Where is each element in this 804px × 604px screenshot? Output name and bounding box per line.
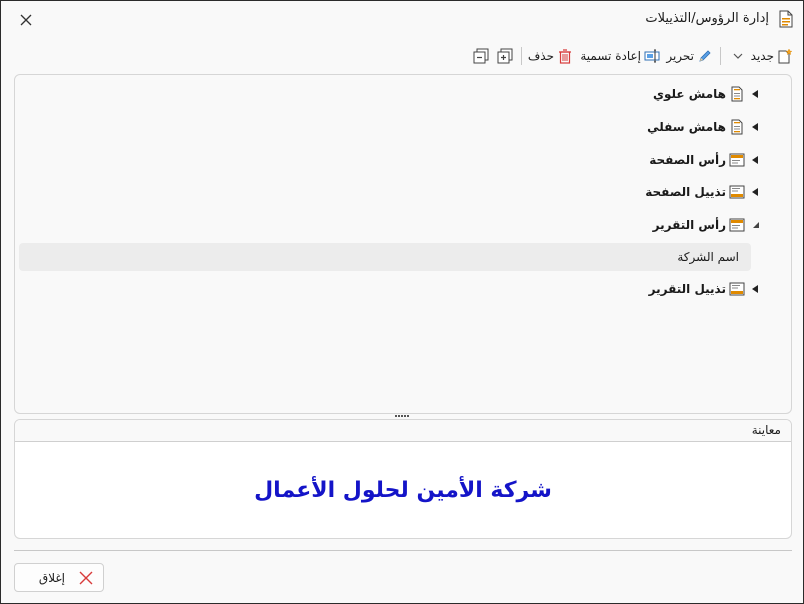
toolbar-separator (720, 47, 721, 65)
caret-left-icon (752, 156, 758, 164)
expand-all-icon (497, 48, 513, 64)
header-icon (729, 153, 745, 167)
footer-icon (729, 282, 745, 296)
trash-icon (559, 49, 571, 64)
splitter-handle[interactable] (395, 414, 411, 418)
edit-button[interactable]: تحرير (666, 43, 713, 69)
rename-label: إعادة تسمية (580, 49, 641, 63)
new-label: جديد (750, 49, 774, 63)
expand-arrow[interactable] (751, 278, 761, 300)
expand-arrow[interactable] (751, 181, 761, 203)
delete-label: حذف (527, 49, 554, 63)
close-button[interactable]: إغلاق (14, 563, 104, 592)
tree-node-label: رأس الصفحة (649, 153, 726, 167)
caret-down-left-icon (753, 222, 759, 228)
tree-node-label: تذييل الصفحة (645, 185, 726, 199)
collapse-arrow[interactable] (751, 214, 761, 236)
tree-node-label: هامش علوي (652, 87, 726, 101)
toolbar-separator (521, 47, 522, 65)
tree-node[interactable]: تذييل الصفحة (645, 181, 761, 203)
window-title: إدارة الرؤوس/التذييلات (645, 11, 769, 26)
expand-arrow[interactable] (751, 116, 761, 138)
preview-title: معاينة (751, 423, 781, 437)
tree-node-label: هامش سفلي (647, 120, 726, 134)
new-button[interactable]: جديد (751, 43, 793, 69)
page-icon (731, 86, 743, 102)
expand-all-button[interactable] (497, 43, 513, 69)
caret-left-icon (752, 188, 758, 196)
edit-label: تحرير (666, 49, 694, 63)
new-document-icon (778, 48, 793, 64)
tree-node[interactable]: تذييل التقرير (649, 278, 761, 300)
preview-body: شركة الأمين لحلول الأعمال (15, 442, 791, 538)
preview-header: معاينة (15, 420, 791, 442)
toolbar: جديد تحرير إعادة تسمية حذف (1, 43, 803, 69)
chevron-down-icon (733, 53, 743, 59)
header-icon (729, 218, 745, 232)
tree-node-label: تذييل التقرير (648, 282, 726, 296)
preview-text: شركة الأمين لحلول الأعمال (254, 477, 552, 503)
tree-child-label: اسم الشركة (677, 250, 739, 264)
tree-node[interactable]: رأس الصفحة (649, 149, 761, 171)
tree-child-item[interactable]: اسم الشركة (19, 243, 751, 271)
divider (14, 550, 792, 551)
tree-node-label: رأس التقرير (652, 218, 726, 232)
footer-icon (729, 185, 745, 199)
pencil-icon (699, 50, 711, 62)
collapse-all-button[interactable] (473, 43, 489, 69)
title-bar: إدارة الرؤوس/التذييلات (1, 1, 803, 37)
tree-panel: هامش علوي هامش سفلي رأس الصفحة تذييل الص… (14, 74, 792, 414)
caret-left-icon (752, 90, 758, 98)
caret-left-icon (752, 123, 758, 131)
close-icon (79, 571, 93, 584)
document-icon (779, 10, 793, 28)
window-close-button[interactable] (11, 7, 41, 33)
expand-arrow[interactable] (751, 83, 761, 105)
expand-arrow[interactable] (751, 149, 761, 171)
new-dropdown-button[interactable] (733, 43, 743, 69)
tree-node[interactable]: هامش علوي (653, 83, 761, 105)
close-button-label: إغلاق (38, 570, 65, 585)
page-icon (731, 119, 743, 135)
rename-icon (644, 49, 660, 63)
tree-node[interactable]: رأس التقرير (653, 214, 761, 236)
caret-left-icon (752, 285, 758, 293)
collapse-all-icon (473, 48, 489, 64)
header-footer-manager-window: إدارة الرؤوس/التذييلات جديد تحرير إعادة … (0, 0, 804, 604)
delete-button[interactable]: حذف (528, 43, 573, 69)
tree-node[interactable]: هامش سفلي (647, 116, 761, 138)
close-icon (20, 14, 32, 26)
preview-panel: معاينة شركة الأمين لحلول الأعمال (14, 419, 792, 539)
rename-button[interactable]: إعادة تسمية (580, 43, 660, 69)
